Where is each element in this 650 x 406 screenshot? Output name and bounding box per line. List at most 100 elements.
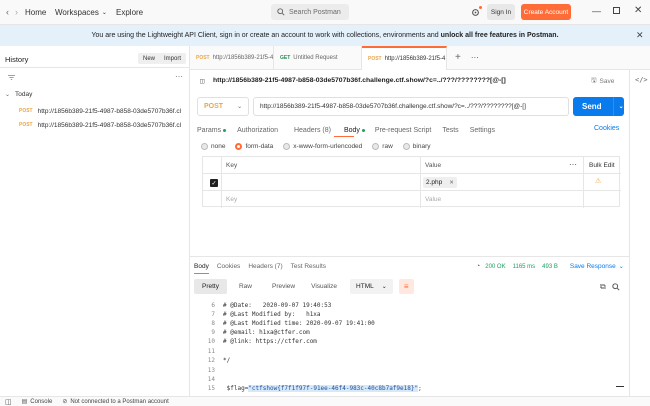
history-item[interactable]: POST http://1856b389-21f5-4987-b858-03de… xyxy=(0,118,190,132)
url-input[interactable]: http://1856b389-21f5-4987-b858-03de5707b… xyxy=(253,97,569,116)
radio-label: none xyxy=(211,143,226,150)
save-response-button[interactable]: Save Response xyxy=(570,263,616,270)
tab-authorization[interactable]: Authorization xyxy=(237,127,278,134)
request-tab-bar: POST http://1856b389-21f5-4 GET Untitled… xyxy=(190,45,650,70)
radio-form-data[interactable]: form-data xyxy=(235,143,273,150)
view-raw[interactable]: Raw xyxy=(239,283,252,290)
radio-label: raw xyxy=(382,143,393,150)
scrollbar-thumb[interactable] xyxy=(616,386,624,387)
tab-tests[interactable]: Tests xyxy=(442,127,458,134)
view-pretty[interactable]: Pretty xyxy=(194,279,227,294)
request-subtabs: Params Authorization Headers (8) Body Pr… xyxy=(197,125,495,135)
radio-urlencoded[interactable]: x-www-form-urlencoded xyxy=(283,143,362,150)
settings-icon[interactable] xyxy=(471,8,480,17)
cookies-link[interactable]: Cookies xyxy=(594,125,619,132)
code-text: # @email: h1xa@ctfer.com xyxy=(223,329,310,336)
code-line: 13 xyxy=(195,367,625,376)
tab-headers[interactable]: Headers (8) xyxy=(294,127,331,134)
chevron-down-icon[interactable]: ⌄ xyxy=(619,263,624,270)
minimize-icon[interactable]: — xyxy=(592,6,601,16)
view-visualize[interactable]: Visualize xyxy=(311,283,337,290)
tab-settings[interactable]: Settings xyxy=(470,127,495,134)
send-divider xyxy=(612,97,614,116)
banner-text-bold: unlock all free features in Postman. xyxy=(440,32,559,39)
params-dot xyxy=(223,128,227,132)
response-tab-test-results[interactable]: Test Results xyxy=(291,263,326,270)
save-button[interactable]: 🖫 Save xyxy=(591,76,614,87)
status-bar: ◫ ▤ Console ⊘ Not connected to a Postman… xyxy=(0,396,650,406)
chevron-right-icon[interactable]: › xyxy=(15,7,18,17)
history-group-today[interactable]: ⌄ Today xyxy=(5,91,32,98)
close-banner-icon[interactable]: ✕ xyxy=(636,30,644,41)
more-options-icon[interactable]: ⋯ xyxy=(175,72,183,81)
flag-string: "ctfshow{f7f1f97f-91ee-46f4-983c-40c8b7a… xyxy=(248,385,419,392)
code-line: 14 xyxy=(195,376,625,385)
sidebar-divider xyxy=(0,67,190,68)
body-tab-underline xyxy=(334,136,354,137)
search-input[interactable]: Search Postman xyxy=(271,4,349,20)
copy-icon[interactable]: ⧉ xyxy=(600,282,606,292)
console-button[interactable]: Console xyxy=(30,399,52,405)
bulk-edit-button[interactable]: Bulk Edit xyxy=(589,162,615,169)
format-select[interactable]: HTML ⌄ xyxy=(350,279,393,294)
file-chip[interactable]: 2.php ✕ xyxy=(423,177,457,188)
response-tabs: Body Cookies Headers (7) Test Results xyxy=(194,263,326,270)
code-text: */ xyxy=(223,357,231,364)
response-body-underline xyxy=(194,273,209,274)
search-placeholder: Search Postman xyxy=(289,8,341,16)
checkbox-checked[interactable]: ✓ xyxy=(210,179,218,187)
maximize-icon[interactable] xyxy=(613,7,620,14)
tab-pre-request-script[interactable]: Pre-request Script xyxy=(375,127,431,134)
code-text: # @Date: 2020-09-07 19:40:53 xyxy=(223,302,332,309)
code-line: 12 */ xyxy=(195,357,625,366)
value-placeholder[interactable]: Value xyxy=(425,196,441,203)
request-title[interactable]: http://1856b389-21f5-4987-b858-03de5707b… xyxy=(213,77,506,84)
request-tab-active[interactable]: POST http://1856b389-21f5-4 ✕ xyxy=(362,45,447,70)
column-divider xyxy=(420,157,421,208)
add-tab-icon[interactable]: + xyxy=(455,52,461,63)
sidebar-toggle-icon[interactable]: ◫ xyxy=(5,398,12,406)
new-button[interactable]: New xyxy=(138,53,161,64)
wrap-lines-icon[interactable]: ≡ xyxy=(398,279,414,294)
warning-icon: ⚠ xyxy=(595,178,602,185)
column-options-icon[interactable]: ⋯ xyxy=(569,160,577,169)
sign-in-button[interactable]: Sign In xyxy=(487,4,515,20)
explore-link[interactable]: Explore xyxy=(116,8,143,17)
radio-button-selected xyxy=(235,143,243,150)
chevron-down-icon[interactable]: ⌄ xyxy=(619,103,624,110)
remove-file-icon[interactable]: ✕ xyxy=(449,180,454,186)
table-row: ✓ 2.php ✕ ⚠ xyxy=(203,174,621,191)
filter-icon[interactable] xyxy=(8,74,15,81)
tab-body[interactable]: Body xyxy=(344,127,360,134)
request-tab[interactable]: POST http://1856b389-21f5-4 xyxy=(190,45,274,70)
search-icon[interactable] xyxy=(612,283,620,291)
history-item[interactable]: POST http://1856b389-21f5-4987-b858-03de… xyxy=(0,104,190,118)
create-account-button[interactable]: Create Account xyxy=(521,4,571,20)
request-tab[interactable]: GET Untitled Request xyxy=(274,45,362,70)
home-link[interactable]: Home xyxy=(25,8,46,17)
tab-overflow-icon[interactable]: ⋯ xyxy=(471,53,479,62)
response-tab-headers[interactable]: Headers (7) xyxy=(248,263,282,270)
radio-binary[interactable]: binary xyxy=(402,143,431,150)
response-tab-body[interactable]: Body xyxy=(194,263,209,270)
column-divider xyxy=(583,157,584,208)
workspaces-menu[interactable]: Workspaces ⌄ xyxy=(55,8,107,17)
line-number: 13 xyxy=(207,367,215,374)
response-tab-cookies[interactable]: Cookies xyxy=(217,263,240,270)
view-preview[interactable]: Preview xyxy=(272,283,295,290)
method-select[interactable]: POST ⌄ xyxy=(197,97,249,116)
send-button[interactable]: Send ⌄ xyxy=(573,97,624,116)
chevron-left-icon[interactable]: ‹ xyxy=(6,7,9,17)
radio-raw[interactable]: raw xyxy=(372,143,393,150)
code-line: 8 # @Last Modified time: 2020-09-07 19:41… xyxy=(195,320,625,329)
value-column-header: Value xyxy=(425,162,442,169)
code-snippet-icon[interactable]: </> xyxy=(635,76,648,84)
key-column-header: Key xyxy=(226,162,238,169)
close-window-icon[interactable]: ✕ xyxy=(634,5,642,16)
tab-params[interactable]: Params xyxy=(197,127,221,134)
radio-none[interactable]: none xyxy=(201,143,225,150)
tab-label: http://1856b389-21f5-4 xyxy=(212,54,274,61)
key-placeholder[interactable]: Key xyxy=(226,196,237,203)
import-button[interactable]: Import xyxy=(159,53,187,64)
radio-label: form-data xyxy=(245,143,274,150)
